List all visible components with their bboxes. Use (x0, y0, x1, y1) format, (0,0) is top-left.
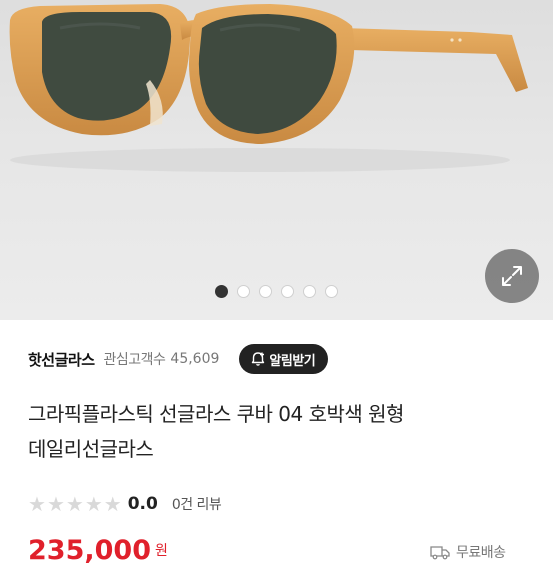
product-title-line2: 데일리선글라스 (28, 437, 154, 461)
price-row: 235,000 원 (28, 536, 168, 566)
star-icon: ★ (65, 492, 84, 516)
favorites-label: 관심고객수 (103, 352, 166, 368)
page-dot-6[interactable] (325, 284, 338, 298)
product-info-section: 핫선글라스 관심고객수 45,609 알림받기 그라픽플라스틱 선글라스 쿠바 … (0, 320, 553, 566)
star-rating: ★ ★ ★ ★ ★ (28, 494, 122, 514)
review-count-link[interactable]: 0건 리뷰 (172, 494, 222, 514)
product-image-gallery[interactable] (0, 0, 553, 320)
price-amount: 235,000 (28, 535, 151, 566)
page-dot-3[interactable] (259, 284, 272, 298)
product-title-line1: 그라픽플라스틱 선글라스 쿠바 04 호박색 원형 (28, 402, 404, 426)
page-dot-4[interactable] (281, 284, 294, 298)
expand-image-button[interactable] (485, 249, 539, 303)
alert-subscribe-button[interactable]: 알림받기 (239, 344, 329, 374)
rating-score: 0.0 (127, 494, 158, 514)
page-indicator (0, 283, 553, 299)
seller-name[interactable]: 핫선글라스 (28, 349, 95, 370)
truck-icon (430, 546, 450, 560)
shipping-label: 무료배송 (456, 545, 506, 561)
favorites-count: 45,609 (170, 351, 220, 367)
shipping-info: 무료배송 (430, 542, 506, 562)
rating-row[interactable]: ★ ★ ★ ★ ★ 0.0 0건 리뷰 (28, 492, 222, 516)
alert-button-label: 알림받기 (269, 353, 316, 369)
seller-row: 핫선글라스 관심고객수 45,609 알림받기 (28, 344, 548, 374)
bell-plus-icon (252, 352, 265, 366)
star-icon: ★ (46, 492, 65, 516)
star-icon: ★ (84, 492, 103, 516)
product-title: 그라픽플라스틱 선글라스 쿠바 04 호박색 원형 데일리선글라스 (28, 397, 538, 467)
expand-arrows-icon (502, 266, 522, 286)
page-dot-5[interactable] (303, 284, 316, 298)
product-image (9, 4, 528, 172)
page-dot-2[interactable] (237, 284, 250, 298)
page-dot-1[interactable] (215, 284, 228, 298)
star-icon: ★ (28, 492, 46, 516)
star-icon: ★ (103, 492, 122, 516)
price-unit: 원 (154, 543, 168, 559)
